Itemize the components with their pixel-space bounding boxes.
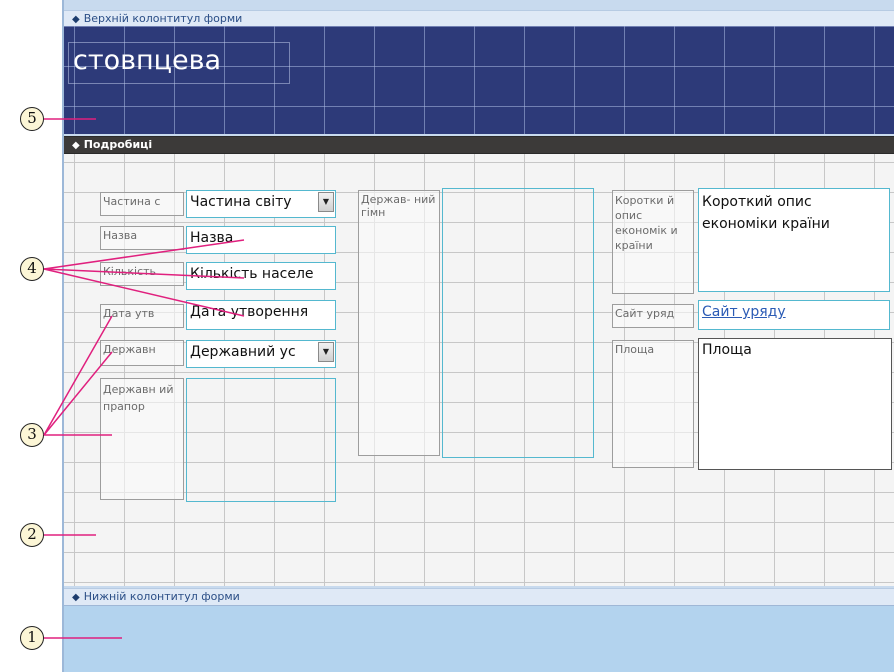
callout-line-3b (43, 351, 113, 436)
callout-line-3a (43, 315, 113, 436)
callout-lines (43, 118, 245, 639)
callout-line-4a (43, 239, 245, 270)
